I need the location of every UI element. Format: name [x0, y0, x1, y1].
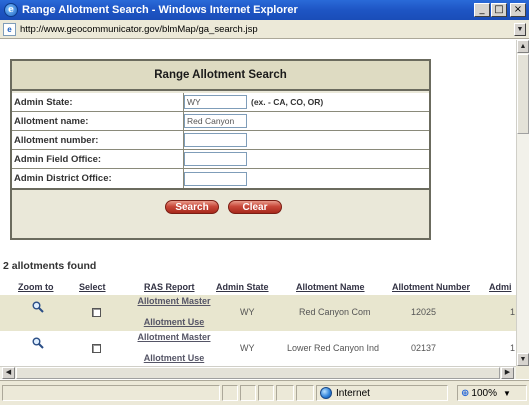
page-content: Range Allotment Search Admin State: (ex.…	[0, 40, 516, 366]
allotment-name-label: Allotment name:	[12, 112, 184, 130]
title-bar: e Range Allotment Search - Windows Inter…	[0, 0, 529, 20]
magnifier-icon[interactable]	[32, 301, 44, 313]
scrollbar-corner	[516, 366, 529, 379]
status-pane	[258, 385, 274, 401]
chevron-down-icon[interactable]: ▼	[503, 389, 511, 398]
admin-district-office-input[interactable]	[184, 171, 247, 186]
address-dropdown-button[interactable]: ▼	[514, 23, 526, 36]
status-pane	[276, 385, 294, 401]
zoom-level-control[interactable]: ⊕ 100% ▼	[457, 385, 527, 401]
scroll-left-button[interactable]: ◀	[2, 367, 15, 379]
page-icon: e	[3, 22, 16, 36]
address-bar[interactable]: e http://www.geocommunicator.gov/blmMap/…	[0, 20, 529, 39]
maximize-button[interactable]: □	[491, 3, 507, 17]
minimize-button[interactable]: _	[474, 3, 490, 17]
allotment-number-label: Allotment number:	[12, 131, 184, 149]
col-admin-truncated[interactable]: Admi	[489, 282, 512, 292]
col-ras-report[interactable]: RAS Report	[144, 282, 195, 292]
status-pane	[240, 385, 256, 401]
scroll-up-button[interactable]: ▲	[517, 40, 529, 53]
status-pane	[222, 385, 238, 401]
window-controls: _ □ ×	[474, 3, 526, 17]
admin-state-cell: WY	[240, 307, 255, 317]
form-row-admin-state: Admin State: (ex. - CA, CO, OR)	[12, 93, 429, 112]
admin-field-office-label: Admin Field Office:	[12, 150, 184, 168]
col-zoom-to[interactable]: Zoom to	[18, 282, 54, 292]
scroll-down-button[interactable]: ▼	[517, 353, 529, 366]
scroll-right-button[interactable]: ▶	[501, 367, 514, 379]
allotment-name-cell: Lower Red Canyon Ind	[287, 343, 380, 353]
col-allotment-name[interactable]: Allotment Name	[296, 282, 365, 292]
horizontal-scrollbar[interactable]: ◀ ▶	[0, 366, 529, 379]
status-bar: Internet ⊕ 100% ▼	[0, 380, 529, 405]
allotment-name-input[interactable]	[184, 114, 247, 128]
search-buttons: Search Clear	[12, 188, 429, 238]
form-row-allotment-name: Allotment name:	[12, 112, 429, 131]
admin-district-office-label: Admin District Office:	[12, 169, 184, 188]
table-row: Allotment Master Allotment Use WY Lower …	[0, 331, 516, 366]
status-pane	[296, 385, 314, 401]
allotment-number-input[interactable]	[184, 133, 247, 147]
select-checkbox[interactable]	[92, 344, 101, 353]
results-header: Zoom to Select RAS Report Admin State Al…	[0, 281, 516, 293]
status-text-pane	[2, 385, 220, 401]
zone-label: Internet	[336, 387, 370, 399]
window-title: Range Allotment Search - Windows Interne…	[22, 4, 298, 16]
clear-button[interactable]: Clear	[228, 200, 282, 214]
admin-field-office-input[interactable]	[184, 152, 247, 166]
search-form: Admin State: (ex. - CA, CO, OR) Allotmen…	[12, 93, 429, 190]
admin-state-hint: (ex. - CA, CO, OR)	[251, 97, 324, 107]
allotment-name-cell: Red Canyon Com	[299, 307, 371, 317]
col-select[interactable]: Select	[79, 282, 106, 292]
search-button[interactable]: Search	[165, 200, 219, 214]
results-table: Zoom to Select RAS Report Admin State Al…	[0, 281, 516, 366]
zoom-level: 100%	[471, 387, 497, 399]
security-zone[interactable]: Internet	[316, 385, 448, 401]
allotment-master-link[interactable]: Allotment Master	[132, 332, 216, 343]
zoom-icon: ⊕	[461, 387, 470, 399]
form-row-allotment-number: Allotment number:	[12, 131, 429, 150]
col-admin-state[interactable]: Admin State	[216, 282, 269, 292]
ie-logo-icon: e	[4, 3, 18, 17]
admin-truncated-cell: 1	[510, 343, 516, 353]
form-row-admin-district-office: Admin District Office:	[12, 169, 429, 188]
address-url[interactable]: http://www.geocommunicator.gov/blmMap/ga…	[20, 24, 258, 35]
allotment-number-cell: 12025	[411, 307, 437, 317]
admin-state-cell: WY	[240, 343, 255, 353]
magnifier-icon[interactable]	[32, 337, 44, 349]
vertical-scroll-thumb[interactable]	[517, 54, 529, 134]
search-panel: Range Allotment Search Admin State: (ex.…	[10, 59, 431, 240]
admin-state-label: Admin State:	[12, 93, 184, 111]
results-count: 2 allotments found	[3, 260, 97, 272]
globe-icon	[320, 387, 332, 399]
form-row-admin-field-office: Admin Field Office:	[12, 150, 429, 169]
admin-state-input[interactable]	[184, 95, 247, 109]
horizontal-scroll-thumb[interactable]	[16, 367, 500, 379]
admin-truncated-cell: 1	[510, 307, 516, 317]
col-allotment-number[interactable]: Allotment Number	[392, 282, 470, 292]
close-button[interactable]: ×	[510, 3, 526, 17]
vertical-scrollbar[interactable]: ▲ ▼	[516, 40, 529, 366]
allotment-master-link[interactable]: Allotment Master	[132, 296, 216, 307]
table-row: Allotment Master Allotment Use WY Red Ca…	[0, 295, 516, 331]
select-checkbox[interactable]	[92, 308, 101, 317]
search-panel-title: Range Allotment Search	[12, 61, 429, 91]
allotment-number-cell: 02137	[411, 343, 437, 353]
allotment-use-link[interactable]: Allotment Use	[132, 317, 216, 328]
allotment-use-link[interactable]: Allotment Use	[132, 353, 216, 364]
